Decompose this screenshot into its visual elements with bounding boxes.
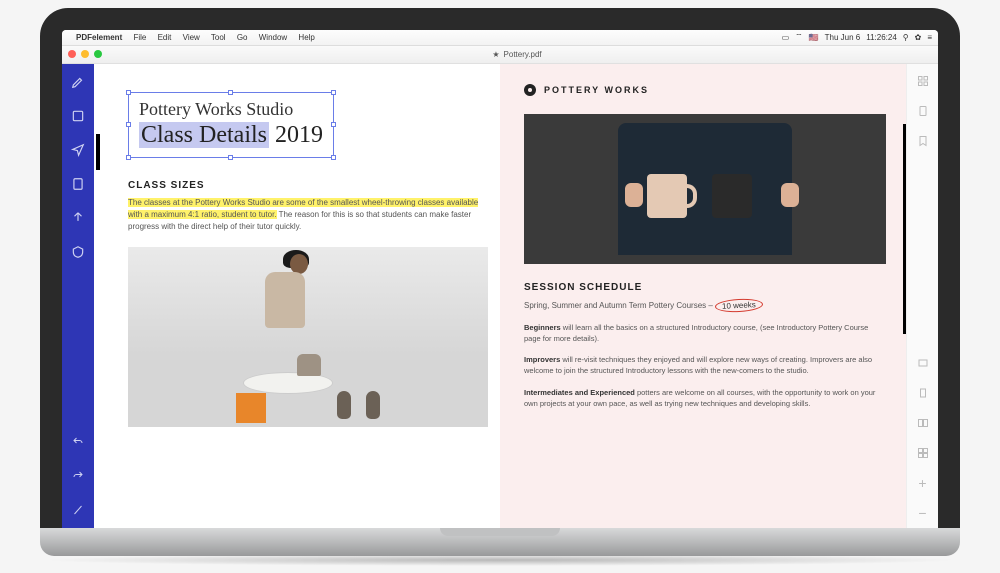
title-line-1: Pottery Works Studio [139,99,323,120]
resize-handle[interactable] [228,90,233,95]
resize-handle[interactable] [126,90,131,95]
edit-tool-icon[interactable] [70,74,86,90]
menu-view[interactable]: View [183,33,200,42]
section-heading-schedule: SESSION SCHEDULE [524,282,886,293]
menu-edit[interactable]: Edit [158,33,172,42]
menu-file[interactable]: File [133,33,146,42]
battery-icon[interactable]: ▭ [782,33,790,42]
share-icon[interactable] [70,210,86,226]
resize-handle[interactable] [331,122,336,127]
spotlight-icon[interactable]: ⚲ [903,33,909,42]
beginners-paragraph: Beginners will learn all the basics on a… [524,322,886,345]
flag-icon[interactable]: 🇺🇸 [809,33,819,42]
circled-annotation: 10 weeks [715,297,763,312]
traffic-lights [68,50,102,58]
undo-icon[interactable] [70,434,86,450]
menu-help[interactable]: Help [298,33,314,42]
bookmark-panel-icon[interactable] [916,134,930,148]
more-icon[interactable] [70,502,86,518]
left-toolbar [62,64,94,528]
two-page-icon[interactable] [916,416,930,430]
window-titlebar: ★ Pottery.pdf [62,46,938,64]
close-window-button[interactable] [68,50,76,58]
resize-handle[interactable] [331,90,336,95]
menu-window[interactable]: Window [259,33,287,42]
maximize-window-button[interactable] [94,50,102,58]
section-heading-class-sizes: CLASS SIZES [128,180,488,191]
laptop-base [40,528,960,556]
page-edge-right [903,124,906,334]
zoom-out-icon[interactable]: − [916,506,930,520]
menubar-time: 11:26:24 [866,33,897,42]
menubar-date: Thu Jun 6 [825,33,861,42]
menu-tool[interactable]: Tool [211,33,226,42]
resize-handle[interactable] [228,155,233,160]
annotate-icon[interactable] [70,142,86,158]
document-tab[interactable]: ★ Pottery.pdf [492,50,541,59]
screen-bezel: PDFelement File Edit View Tool Go Window… [40,8,960,528]
macos-menubar: PDFelement File Edit View Tool Go Window… [62,30,938,46]
siri-icon[interactable]: ≡ [927,33,932,42]
resize-handle[interactable] [126,155,131,160]
improvers-paragraph: Improvers will re-visit techniques they … [524,354,886,377]
page-left: Pottery Works Studio Class Details 2019 … [94,64,500,528]
document-tab-title: Pottery.pdf [504,50,542,59]
wifi-icon[interactable]: ⌔ [795,32,803,42]
title-line-2: Class Details 2019 [139,122,323,149]
title-year: 2019 [275,122,323,148]
fit-page-icon[interactable] [916,386,930,400]
page-right: POTTERY WORKS SESSION SCHEDULE Spring, S… [500,64,906,528]
resize-handle[interactable] [126,122,131,127]
document-icon: ★ [492,50,499,59]
menubar-app-name[interactable]: PDFelement [76,33,122,42]
settings-icon[interactable]: ✿ [915,33,922,42]
intermediates-paragraph: Intermediates and Experienced potters ar… [524,387,886,410]
resize-handle[interactable] [331,155,336,160]
continuous-icon[interactable] [916,446,930,460]
menubar-apps: PDFelement File Edit View Tool Go Window… [76,33,324,42]
cups-photo [524,114,886,264]
thumbnail-panel-icon[interactable] [916,74,930,88]
selected-text-box[interactable]: Pottery Works Studio Class Details 2019 [128,92,334,158]
app-body: Pottery Works Studio Class Details 2019 … [62,64,938,528]
document-viewport[interactable]: Pottery Works Studio Class Details 2019 … [94,64,906,528]
pottery-wheel-photo [128,247,488,427]
schedule-intro: Spring, Summer and Autumn Term Pottery C… [524,301,715,310]
brand-name: POTTERY WORKS [544,85,649,95]
brand-logo-icon [524,84,536,96]
minimize-window-button[interactable] [81,50,89,58]
right-panel: + − [906,64,938,528]
fit-width-icon[interactable] [916,356,930,370]
convert-icon[interactable] [70,176,86,192]
menu-go[interactable]: Go [237,33,248,42]
zoom-in-icon[interactable]: + [916,476,930,490]
page-panel-icon[interactable] [916,104,930,118]
screen: PDFelement File Edit View Tool Go Window… [62,30,938,528]
brand-header: POTTERY WORKS [524,84,886,96]
schedule-intro-line: Spring, Summer and Autumn Term Pottery C… [524,299,886,312]
text-frame-icon[interactable] [70,108,86,124]
title-selected-text: Class Details [139,122,269,148]
laptop-mockup: PDFelement File Edit View Tool Go Window… [40,8,960,566]
redo-icon[interactable] [70,468,86,484]
class-sizes-paragraph: The classes at the Pottery Works Studio … [128,197,488,233]
menubar-status: ▭ ⌔ 🇺🇸 Thu Jun 6 11:26:24 ⚲ ✿ ≡ [782,32,932,42]
protect-icon[interactable] [70,244,86,260]
